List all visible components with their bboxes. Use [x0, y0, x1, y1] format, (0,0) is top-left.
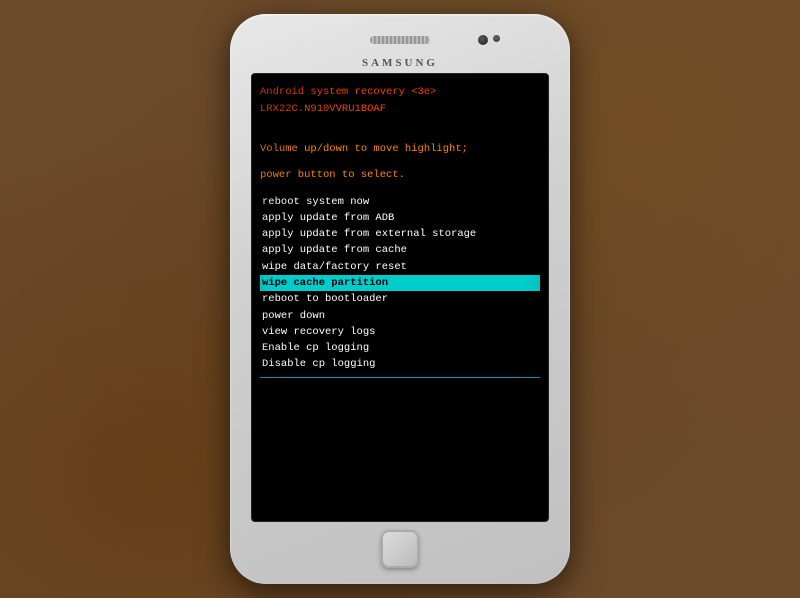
brand-logo: SAMSUNG	[362, 57, 438, 69]
recovery-screen: Android system recovery <3e> LRX22C.N910…	[252, 74, 548, 521]
phone-device: SAMSUNG Android system recovery <3e> LRX…	[230, 14, 570, 584]
menu-item-disable-cp[interactable]: Disable cp logging	[260, 356, 540, 372]
phone-screen: Android system recovery <3e> LRX22C.N910…	[251, 73, 549, 522]
camera-lens	[478, 35, 488, 45]
phone-bottom	[381, 530, 419, 568]
recovery-menu: reboot system nowapply update from ADBap…	[260, 194, 540, 373]
instructions-line2: power button to select.	[260, 167, 540, 183]
menu-item-reboot-bootloader[interactable]: reboot to bootloader	[260, 291, 540, 307]
instructions-line1: Volume up/down to move highlight;	[260, 141, 540, 157]
phone-top-bar	[240, 26, 560, 53]
menu-item-apply-cache[interactable]: apply update from cache	[260, 242, 540, 258]
menu-item-apply-adb[interactable]: apply update from ADB	[260, 210, 540, 226]
menu-item-reboot-system[interactable]: reboot system now	[260, 194, 540, 210]
sensor-dot	[493, 35, 500, 42]
menu-item-wipe-cache[interactable]: wipe cache partition	[260, 275, 540, 291]
menu-item-enable-cp[interactable]: Enable cp logging	[260, 340, 540, 356]
speaker-grille	[370, 36, 430, 44]
menu-item-view-logs[interactable]: view recovery logs	[260, 324, 540, 340]
recovery-header-title: Android system recovery <3e>	[260, 84, 540, 100]
camera-area	[478, 35, 500, 45]
menu-item-power-down[interactable]: power down	[260, 308, 540, 324]
home-button[interactable]	[381, 530, 419, 568]
recovery-header-subtitle: LRX22C.N910VVRU1BOAF	[260, 101, 540, 117]
menu-item-apply-external[interactable]: apply update from external storage	[260, 226, 540, 242]
menu-item-wipe-data[interactable]: wipe data/factory reset	[260, 259, 540, 275]
menu-divider	[260, 377, 540, 378]
